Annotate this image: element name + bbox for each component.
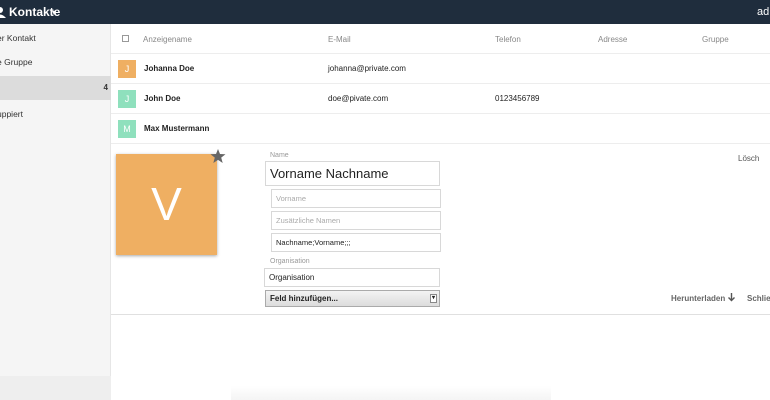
contact-email[interactable]: doe@pivate.com	[328, 94, 388, 103]
top-bar: Kontakte ▾ adm	[0, 0, 770, 24]
chevron-down-icon[interactable]: ▾	[52, 8, 56, 17]
delete-button[interactable]: Lösch	[738, 154, 759, 163]
sidebar-item-label: er Kontakt	[0, 33, 36, 43]
contact-photo[interactable]: V	[116, 154, 217, 255]
contact-editor: V Name Organisation Feld hinzufügen... ▾…	[111, 144, 770, 315]
sidebar-item-ungrouped[interactable]: uppiert	[0, 102, 111, 126]
column-header-group[interactable]: Gruppe	[702, 35, 729, 44]
name-label: Name	[270, 152, 289, 159]
sidebar-footer[interactable]	[0, 376, 111, 400]
avatar: J	[118, 60, 136, 78]
additional-names-input[interactable]	[271, 211, 441, 230]
contact-email[interactable]: johanna@private.com	[328, 64, 406, 73]
download-icon[interactable]	[727, 293, 736, 303]
sidebar-item-label: e Gruppe	[0, 57, 33, 67]
add-field-label: Feld hinzufügen...	[270, 294, 338, 303]
sidebar: er Kontakt e Gruppe 4 uppiert	[0, 24, 111, 400]
contact-name: Max Mustermann	[144, 124, 210, 133]
organisation-label: Organisation	[270, 258, 310, 265]
table-row[interactable]: M Max Mustermann	[111, 114, 770, 144]
user-menu[interactable]: adm	[757, 6, 770, 18]
table-row[interactable]: J John Doe doe@pivate.com 0123456789	[111, 84, 770, 114]
select-all-checkbox[interactable]	[122, 35, 129, 42]
star-icon[interactable]	[210, 148, 226, 164]
add-field-select[interactable]: Feld hinzufügen... ▾	[265, 290, 440, 307]
sidebar-item-label: uppiert	[0, 109, 23, 119]
contact-name: John Doe	[144, 94, 181, 103]
first-name-input[interactable]	[271, 189, 441, 208]
table-row[interactable]: J Johanna Doe johanna@private.com	[111, 54, 770, 84]
contact-list: Anzeigename E-Mail Telefon Adresse Grupp…	[111, 24, 770, 400]
list-header: Anzeigename E-Mail Telefon Adresse Grupp…	[111, 24, 770, 54]
sidebar-item-new-contact[interactable]: er Kontakt	[0, 26, 111, 50]
column-header-phone[interactable]: Telefon	[495, 35, 521, 44]
select-caret-icon: ▾	[430, 294, 437, 303]
column-header-display-name[interactable]: Anzeigename	[143, 35, 192, 44]
contact-phone[interactable]: 0123456789	[495, 94, 540, 103]
close-button[interactable]: Schlie	[747, 294, 770, 303]
organisation-input[interactable]	[264, 268, 440, 287]
download-button[interactable]: Herunterladen	[671, 294, 725, 303]
avatar: J	[118, 90, 136, 108]
scroll-shadow	[231, 386, 551, 400]
full-name-input[interactable]	[265, 161, 440, 186]
column-header-address[interactable]: Adresse	[598, 35, 627, 44]
structured-name-input[interactable]	[271, 233, 441, 252]
app-logo-icon	[0, 7, 6, 18]
contact-name: Johanna Doe	[144, 64, 195, 73]
column-header-email[interactable]: E-Mail	[328, 35, 351, 44]
sidebar-item-all-contacts[interactable]: 4	[0, 76, 111, 100]
sidebar-item-new-group[interactable]: e Gruppe	[0, 50, 111, 74]
avatar: M	[118, 120, 136, 138]
sidebar-item-count: 4	[103, 83, 108, 92]
